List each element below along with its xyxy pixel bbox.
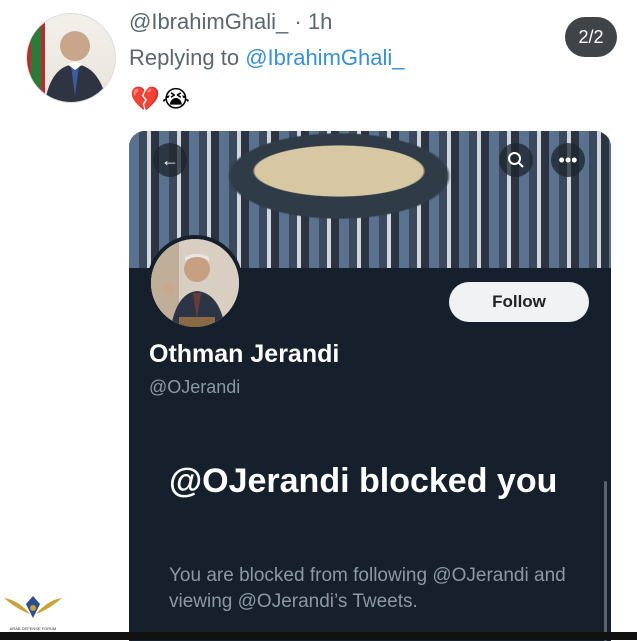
- author-avatar[interactable]: [26, 13, 116, 103]
- replying-line: Replying to @IbrahimGhali_: [129, 45, 405, 71]
- search-button[interactable]: [499, 143, 533, 177]
- replying-mention[interactable]: @IbrahimGhali_: [245, 45, 404, 70]
- tweet-time: · 1h: [294, 9, 333, 34]
- follow-button[interactable]: Follow: [449, 282, 589, 322]
- watermark-text: ARAB DEFENSE FORUM: [9, 626, 57, 631]
- watermark-logo: ARAB DEFENSE FORUM: [2, 588, 64, 636]
- replying-prefix: Replying to: [129, 45, 240, 70]
- arrow-left-icon: ←: [161, 149, 179, 170]
- more-button[interactable]: •••: [551, 143, 585, 177]
- more-icon: •••: [558, 149, 578, 170]
- profile-display-name: Othman Jerandi: [149, 340, 340, 368]
- scrollbar[interactable]: [604, 481, 607, 641]
- profile-screenshot: ← ••• Follow Othman Jerandi @OJerandi @O…: [129, 131, 611, 641]
- bottom-edge: [0, 632, 637, 640]
- search-icon: [508, 152, 524, 168]
- page-indicator: 2/2: [565, 17, 617, 57]
- author-handle[interactable]: @IbrahimGhali_: [129, 9, 288, 34]
- tweet-header: @IbrahimGhali_ · 1h: [129, 9, 332, 35]
- profile-avatar[interactable]: [147, 235, 243, 331]
- profile-handle: @OJerandi: [149, 377, 241, 397]
- blocked-description: You are blocked from following @OJerandi…: [169, 565, 566, 612]
- blocked-title: @OJerandi blocked you: [169, 462, 558, 500]
- back-button[interactable]: ←: [153, 143, 187, 177]
- tweet-emojis: 💔😭: [130, 86, 192, 113]
